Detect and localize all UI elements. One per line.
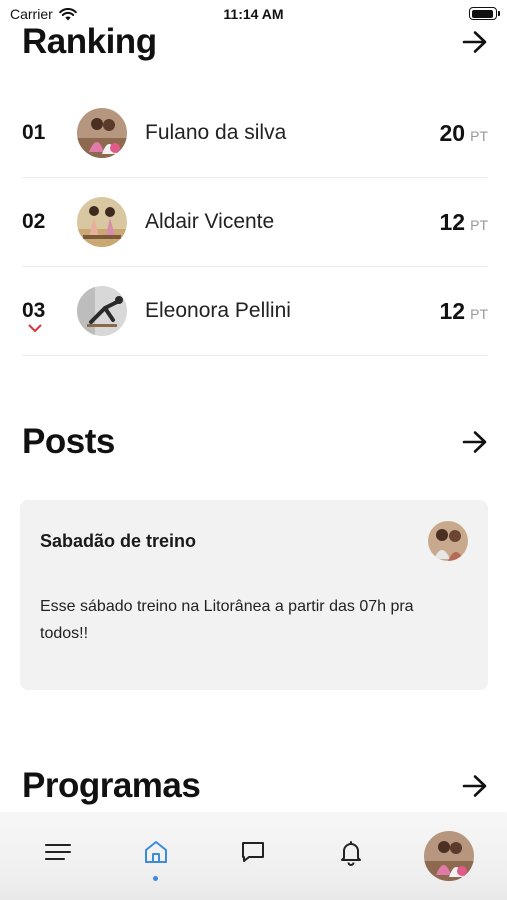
post-author-avatar xyxy=(428,521,468,561)
programs-header: Programas xyxy=(22,766,488,806)
points-unit: PT xyxy=(470,127,488,144)
ranking-row[interactable]: 03 Eleonora Pellini 12 PT xyxy=(22,267,488,356)
rank-position-container: 03 xyxy=(22,299,77,332)
rank-points: 12 PT xyxy=(440,209,488,236)
tab-bar xyxy=(0,812,507,900)
posts-header: Posts xyxy=(22,422,488,462)
points-value: 20 xyxy=(439,119,466,146)
rank-position: 03 xyxy=(22,299,46,322)
rank-points: 20 PT xyxy=(440,120,488,147)
ranking-row[interactable]: 01 Fulano da silva 20 PT xyxy=(22,89,488,178)
tab-home[interactable] xyxy=(136,832,176,872)
avatar xyxy=(77,108,127,158)
posts-see-all-arrow-icon[interactable] xyxy=(462,429,488,455)
chat-icon xyxy=(242,842,264,862)
points-unit: PT xyxy=(470,216,488,233)
profile-avatar[interactable] xyxy=(424,831,474,881)
post-title: Sabadão de treino xyxy=(40,531,197,551)
rank-user-name: Aldair Vicente xyxy=(145,210,275,233)
rank-points: 12 PT xyxy=(440,298,488,325)
clock: 11:14 AM xyxy=(223,6,284,22)
rank-user-name: Fulano da silva xyxy=(145,121,287,144)
ranking-see-all-arrow-icon[interactable] xyxy=(462,29,488,55)
trend-down-icon xyxy=(28,324,42,332)
home-icon xyxy=(145,841,167,863)
rank-position: 02 xyxy=(22,210,46,233)
programs-see-all-arrow-icon[interactable] xyxy=(462,773,488,799)
rank-user-name: Eleonora Pellini xyxy=(145,299,291,322)
avatar xyxy=(77,197,127,247)
posts-title: Posts xyxy=(22,422,115,461)
battery-icon xyxy=(469,7,500,20)
ranking-row[interactable]: 02 Aldair Vicente 12 PT xyxy=(22,178,488,267)
menu-icon xyxy=(45,844,71,860)
bell-icon xyxy=(341,841,361,866)
points-value: 12 xyxy=(439,208,466,235)
ranking-title: Ranking xyxy=(22,22,157,61)
rank-position: 01 xyxy=(22,121,46,144)
points-value: 12 xyxy=(439,297,466,324)
tab-chat[interactable] xyxy=(233,832,273,872)
tab-notifications[interactable] xyxy=(331,832,371,872)
avatar xyxy=(77,286,127,336)
ranking-header: Ranking xyxy=(22,22,488,62)
tab-menu[interactable] xyxy=(38,832,78,872)
points-unit: PT xyxy=(470,305,488,322)
active-tab-indicator xyxy=(153,876,158,881)
post-body: Esse sábado treino na Litorânea a partir… xyxy=(40,598,414,642)
programs-title: Programas xyxy=(22,766,201,805)
post-card[interactable]: Sabadão de treino Esse sábado treino na … xyxy=(20,500,488,690)
